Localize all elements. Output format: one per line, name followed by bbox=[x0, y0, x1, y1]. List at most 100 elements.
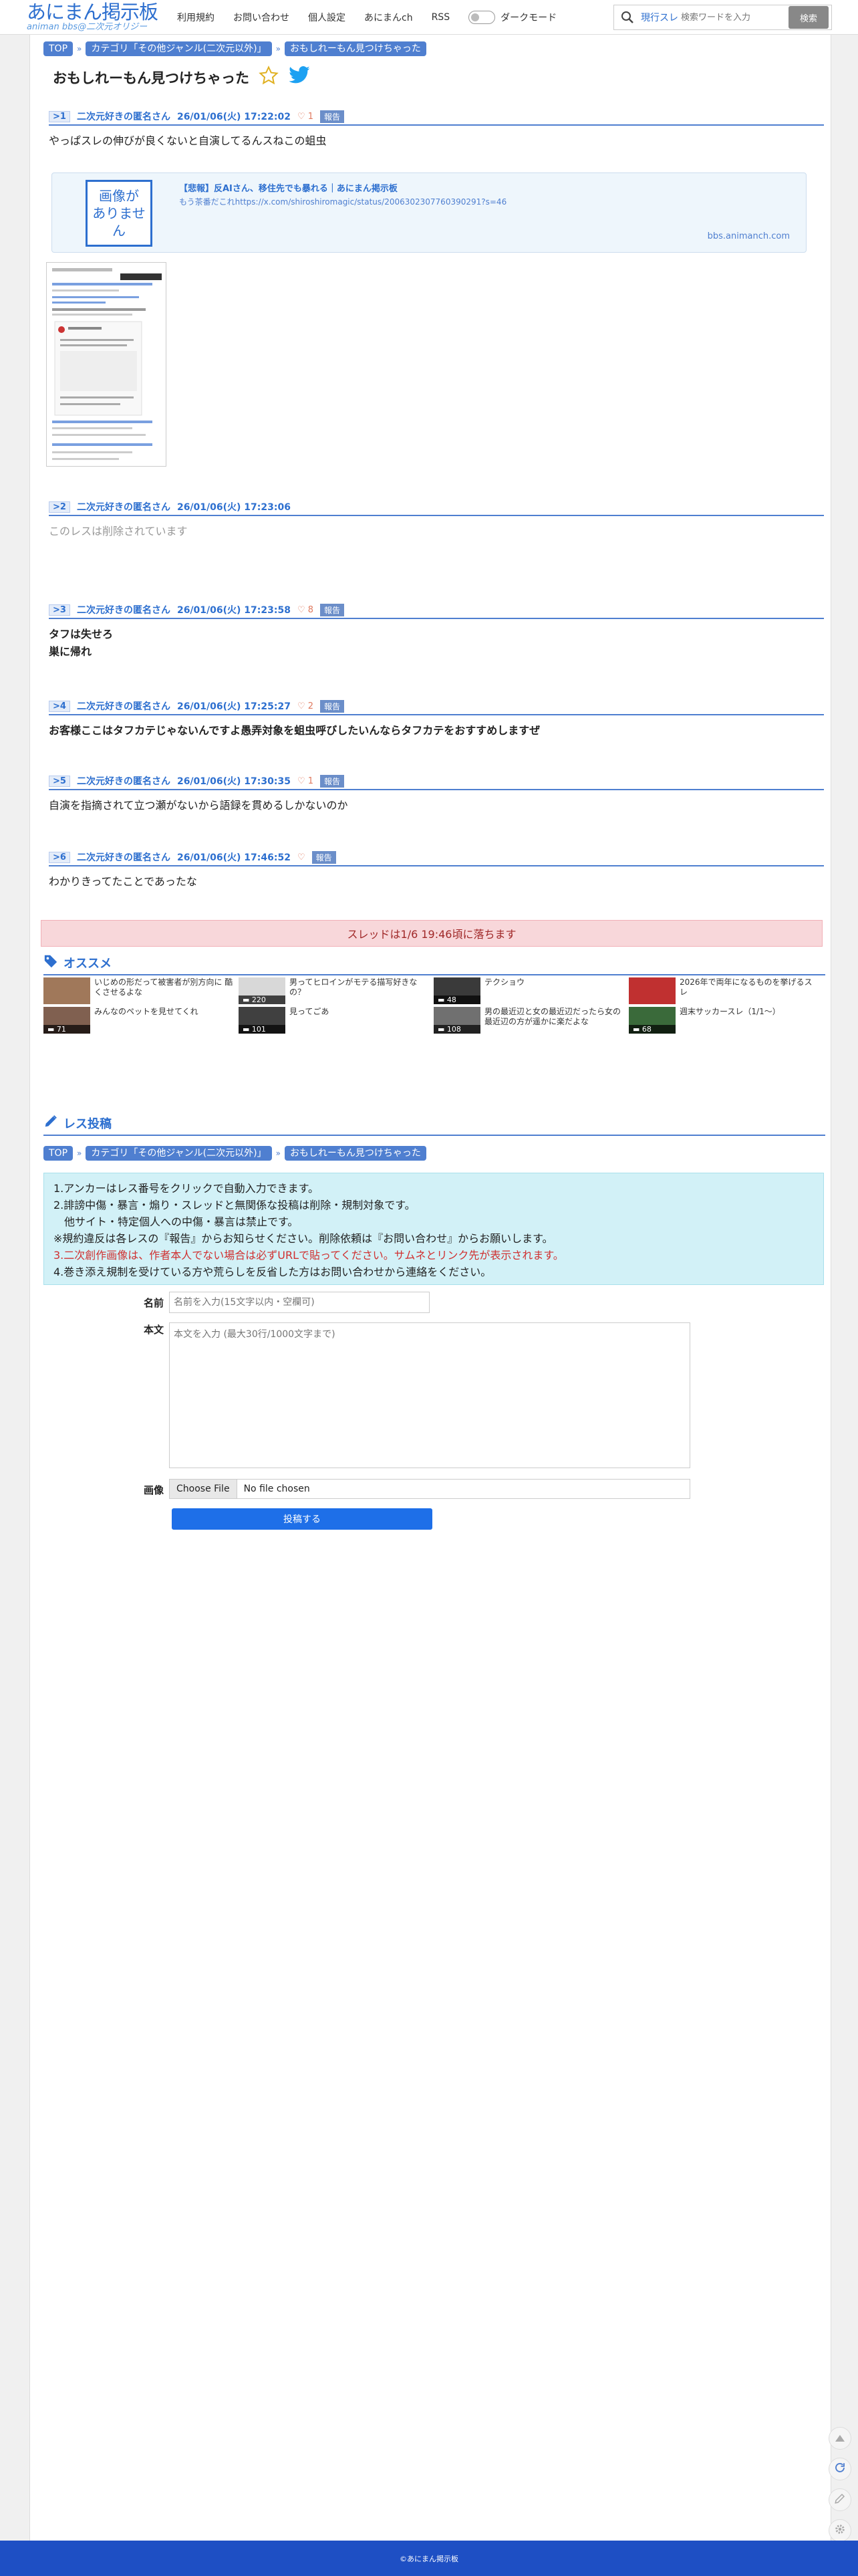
image-file-input[interactable]: Choose File No file chosen bbox=[169, 1479, 690, 1499]
recommend-title[interactable]: 男ってヒロインがモテる描写好きなの？ bbox=[289, 977, 430, 998]
search-scope[interactable]: 現行スレ bbox=[641, 11, 681, 24]
choose-file-button[interactable]: Choose File bbox=[170, 1480, 237, 1498]
recommend-title[interactable]: 週末サッカースレ（1/1〜） bbox=[680, 1007, 820, 1017]
breadcrumb-bottom: TOP » カテゴリ「その他ジャンル(二次元以外)」 » おもしれーもん見つけち… bbox=[43, 1146, 426, 1161]
like-count: 1 bbox=[307, 111, 314, 122]
recommend-title[interactable]: 男の最近辺と女の最近辺だったら女の最近辺の方が遥かに楽だよな bbox=[484, 1007, 625, 1027]
recommend-title[interactable]: いじめの形だって被害者が別方向に 酷くさせるよな bbox=[94, 977, 235, 998]
breadcrumb-category[interactable]: カテゴリ「その他ジャンル(二次元以外)」 bbox=[86, 41, 272, 56]
recommend-thumbnail[interactable]: ▬ 68 bbox=[629, 1007, 676, 1034]
breadcrumb-category[interactable]: カテゴリ「その他ジャンル(二次元以外)」 bbox=[86, 1146, 272, 1161]
tag-icon bbox=[43, 953, 58, 971]
report-button[interactable]: 報告 bbox=[320, 774, 345, 788]
recommend-item[interactable]: ▬ 220 男ってヒロインがモテる描写好きなの？ bbox=[239, 977, 432, 1004]
recommend-item[interactable]: ▬ 68 週末サッカースレ（1/1〜） bbox=[629, 1007, 823, 1034]
breadcrumb-top[interactable]: TOP bbox=[43, 1146, 74, 1161]
recommend-item[interactable]: ▬ 101 見ってごあ bbox=[239, 1007, 432, 1034]
recommend-item[interactable]: ▬ 71 みんなのペットを見せてくれ bbox=[43, 1007, 237, 1034]
breadcrumb-thread[interactable]: おもしれーもん見つけちゃった bbox=[284, 41, 426, 56]
search-input[interactable] bbox=[681, 7, 788, 27]
recommend-title[interactable]: 見ってごあ bbox=[289, 1007, 430, 1017]
post-number[interactable]: >4 bbox=[49, 700, 70, 712]
nav-animanch[interactable]: あにまんch bbox=[364, 11, 413, 24]
reply-heading: レス投稿 bbox=[43, 1114, 825, 1136]
recommend-item[interactable]: いじめの形だって被害者が別方向に 酷くさせるよな bbox=[43, 977, 237, 1004]
recommend-item[interactable]: ▬ 108 男の最近辺と女の最近辺だったら女の最近辺の方が遥かに楽だよな bbox=[434, 1007, 627, 1034]
dark-mode-toggle[interactable]: ダークモード bbox=[468, 11, 557, 24]
breadcrumb: TOP » カテゴリ「その他ジャンル(二次元以外)」 » おもしれーもん見つけち… bbox=[43, 41, 426, 56]
post-number[interactable]: >2 bbox=[49, 501, 70, 513]
body-field[interactable] bbox=[169, 1322, 690, 1468]
breadcrumb-thread[interactable]: おもしれーもん見つけちゃった bbox=[284, 1146, 426, 1161]
reload-button[interactable] bbox=[829, 2458, 851, 2480]
logo-main: あにまん掲示板 bbox=[27, 1, 158, 23]
submit-button[interactable]: 投稿する bbox=[172, 1508, 432, 1530]
thread-expiry-alert: スレッドは1/6 19:46頃に落ちます bbox=[41, 920, 823, 947]
post-number[interactable]: >6 bbox=[49, 851, 70, 863]
nav-terms[interactable]: 利用規約 bbox=[177, 11, 214, 24]
recommend-thumbnail[interactable] bbox=[629, 977, 676, 1004]
page-title: おもしれーもん見つけちゃった bbox=[53, 70, 249, 86]
like-button[interactable]: ♡ 2 bbox=[297, 701, 313, 711]
report-button[interactable]: 報告 bbox=[320, 603, 345, 616]
twitter-share-icon[interactable] bbox=[288, 66, 311, 89]
favorite-star-icon[interactable] bbox=[259, 66, 279, 89]
report-button[interactable]: 報告 bbox=[320, 699, 345, 713]
recommend-thumbnail[interactable] bbox=[43, 977, 90, 1004]
recommend-title: オススメ bbox=[63, 956, 112, 971]
file-status: No file chosen bbox=[243, 1484, 310, 1494]
like-button[interactable]: ♡ 1 bbox=[297, 112, 313, 122]
recommend-item[interactable]: 2026年で両年になるものを挙げるスレ bbox=[629, 977, 823, 1004]
dark-mode-label: ダークモード bbox=[500, 13, 557, 23]
post-header-6: >6 二次元好きの匿名さん 26/01/06(火) 17:46:52 ♡ 報告 bbox=[49, 850, 824, 866]
recommend-thumbnail[interactable]: ▬ 220 bbox=[239, 977, 285, 1004]
name-field[interactable] bbox=[169, 1292, 430, 1313]
post-date: 26/01/06(火) 17:22:02 bbox=[176, 112, 291, 122]
post-author: 二次元好きの匿名さん bbox=[76, 701, 170, 712]
logo-sub: animan bbs@二次元オリジー bbox=[27, 22, 148, 32]
recommend-thumbnail[interactable]: ▬ 101 bbox=[239, 1007, 285, 1034]
report-button[interactable]: 報告 bbox=[311, 850, 336, 864]
no-image-placeholder: 画像が ありません bbox=[86, 180, 152, 247]
nav-settings[interactable]: 個人設定 bbox=[308, 11, 345, 24]
link-card-url[interactable]: もう茶番だこれhttps://x.com/shiroshiromagic/sta… bbox=[179, 196, 507, 207]
scroll-top-button[interactable] bbox=[829, 2427, 851, 2450]
breadcrumb-top[interactable]: TOP bbox=[43, 41, 74, 56]
report-button[interactable]: 報告 bbox=[320, 110, 345, 123]
post-body-4: お客様ここはタフカテじゃないんですよ愚弄対象を蛆虫呼びしたいんならタフカテをおす… bbox=[49, 722, 540, 739]
like-button[interactable]: ♡ bbox=[297, 852, 305, 862]
recommend-item[interactable]: ▬ 48 テクショウ bbox=[434, 977, 627, 1004]
link-card-title[interactable]: 【悲報】反AIさん、移住先でも暴れる｜あにまん掲示板 bbox=[179, 181, 398, 194]
settings-button[interactable] bbox=[829, 2519, 851, 2542]
post-author: 二次元好きの匿名さん bbox=[76, 112, 170, 122]
recommend-thumbnail[interactable]: ▬ 108 bbox=[434, 1007, 480, 1034]
post-number[interactable]: >5 bbox=[49, 775, 70, 787]
toggle-switch[interactable] bbox=[468, 11, 496, 24]
link-card[interactable]: 画像が ありません 【悲報】反AIさん、移住先でも暴れる｜あにまん掲示板 もう茶… bbox=[51, 172, 807, 253]
reply-title: レス投稿 bbox=[63, 1117, 112, 1131]
post-number[interactable]: >1 bbox=[49, 110, 70, 122]
post-number[interactable]: >3 bbox=[49, 604, 70, 616]
post-body-3: タフは失せろ 巣に帰れ bbox=[49, 626, 113, 661]
nav-contact[interactable]: お問い合わせ bbox=[233, 11, 289, 24]
recommend-thumbnail[interactable]: ▬ 71 bbox=[43, 1007, 90, 1034]
like-button[interactable]: ♡ 8 bbox=[297, 605, 313, 615]
search-button[interactable]: 検索 bbox=[789, 6, 829, 29]
gear-icon bbox=[834, 2523, 846, 2538]
search-icon bbox=[614, 11, 641, 24]
recommend-title[interactable]: テクショウ bbox=[484, 977, 625, 987]
recommend-count: ▬ 220 bbox=[239, 996, 285, 1004]
breadcrumb-separator: » bbox=[275, 1149, 281, 1158]
attached-screenshot-thumbnail[interactable] bbox=[46, 262, 166, 467]
rule-line: 1.アンカーはレス番号をクリックで自動入力できます。 bbox=[53, 1182, 319, 1195]
posting-rules: 1.アンカーはレス番号をクリックで自動入力できます。 2.誹謗中傷・暴言・煽り・… bbox=[43, 1173, 824, 1285]
recommend-title[interactable]: 2026年で両年になるものを挙げるスレ bbox=[680, 977, 820, 998]
recommend-title[interactable]: みんなのペットを見せてくれ bbox=[94, 1007, 235, 1017]
site-logo[interactable]: あにまん掲示板 animan bbs@二次元オリジー bbox=[27, 1, 174, 32]
post-line: 自演を指摘されて立つ瀬がないから語録を貫めるしかないのか bbox=[49, 799, 348, 812]
recommend-thumbnail[interactable]: ▬ 48 bbox=[434, 977, 480, 1004]
like-button[interactable]: ♡ 1 bbox=[297, 776, 313, 786]
nav-rss[interactable]: RSS bbox=[432, 12, 450, 23]
write-button[interactable] bbox=[829, 2488, 851, 2511]
post-date: 26/01/06(火) 17:25:27 bbox=[176, 701, 291, 712]
